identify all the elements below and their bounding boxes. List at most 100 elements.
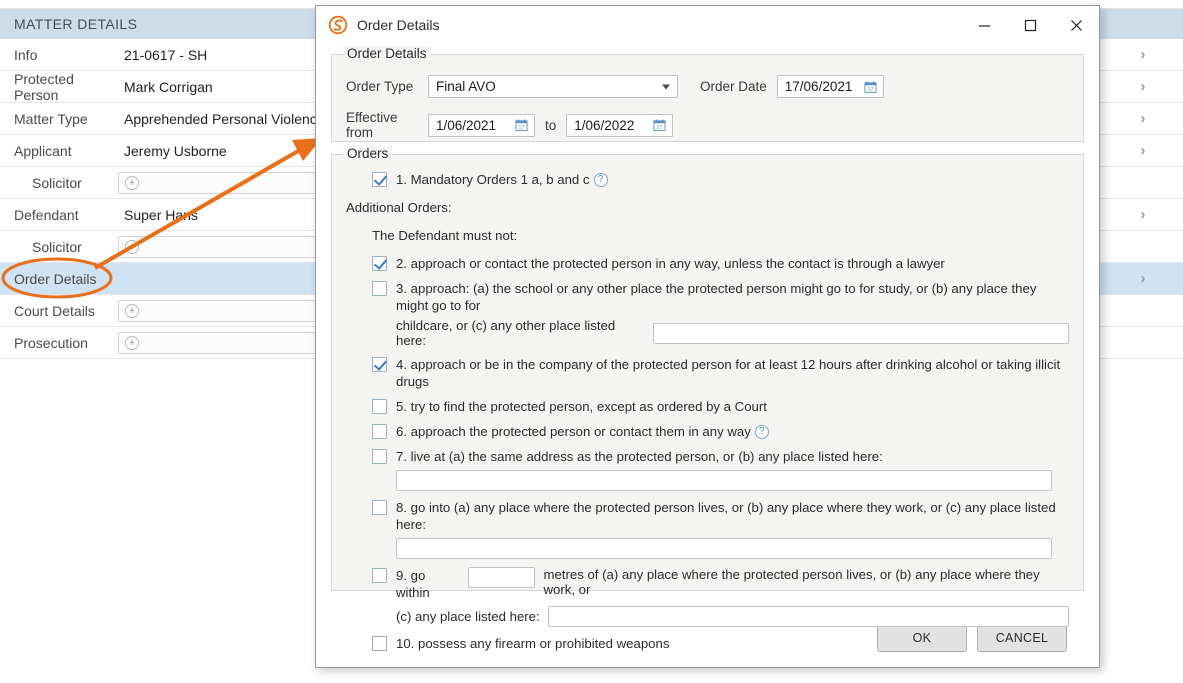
calendar-icon[interactable]: 17 [653, 119, 666, 132]
order-8-text-input[interactable] [396, 538, 1052, 559]
order-7-text-input[interactable] [396, 470, 1052, 491]
calendar-icon[interactable]: 17 [864, 80, 877, 93]
mandatory-order-checkbox[interactable] [372, 172, 387, 187]
order-7-checkbox[interactable] [372, 449, 387, 464]
order-5-primary-line: 5. try to find the protected person, exc… [372, 398, 1069, 415]
question-mark-icon[interactable]: ? [754, 425, 769, 439]
chevron-right-icon[interactable]: › [1103, 46, 1183, 63]
matter-row-label: Solicitor [32, 238, 82, 255]
order-8-label: 8. go into (a) any place where the prote… [396, 500, 1056, 532]
mandatory-order-row[interactable]: 1. Mandatory Orders 1 a, b and c ? [372, 171, 1069, 188]
maximize-button[interactable] [1007, 6, 1053, 44]
order-9-primary-line: 9. go within metres of (a) any place wher… [372, 567, 1069, 601]
order-type-row: Order Type Final AVO Order Date 17/06/20… [346, 75, 1069, 98]
close-button[interactable] [1053, 6, 1099, 44]
order-3-checkbox[interactable] [372, 281, 387, 296]
order-3-secondary-line: childcare, or (c) any other place listed… [396, 318, 1069, 348]
plus-circle-icon[interactable]: + [125, 303, 139, 318]
order-2-label: 2. approach or contact the protected per… [396, 256, 945, 271]
order-9-label-mid: metres of (a) any place where the protec… [543, 567, 1040, 597]
order-7-row: 7. live at (a) the same address as the p… [372, 448, 1069, 491]
matter-row-label: Defendant [14, 206, 79, 223]
minimize-icon [978, 24, 990, 27]
order-6-label: 6. approach the protected person or cont… [396, 424, 751, 439]
order-9-checkbox[interactable] [372, 568, 387, 583]
effective-from-value: 1/06/2021 [436, 117, 497, 133]
matter-row-label: Order Details [14, 270, 97, 287]
order-details-legend: Order Details [343, 46, 431, 61]
matter-row-label: Applicant [14, 142, 72, 159]
order-6-checkbox[interactable] [372, 424, 387, 439]
order-details-groupbox: Order Details Order Type Final AVO Order… [331, 46, 1084, 142]
close-icon [1070, 19, 1082, 31]
order-3-text-input[interactable] [653, 322, 1069, 344]
effective-to-value: 1/06/2022 [574, 117, 635, 133]
question-mark-icon[interactable]: ? [593, 173, 608, 187]
order-7-label: 7. live at (a) the same address as the p… [396, 449, 883, 464]
chevron-right-icon[interactable]: › [1103, 206, 1183, 223]
order-10-checkbox[interactable] [372, 636, 387, 651]
plus-circle-icon[interactable]: + [125, 335, 139, 350]
swirl-s-logo-icon [328, 15, 348, 35]
matter-row-label: Court Details [14, 302, 95, 319]
order-7-primary-line: 7. live at (a) the same address as the p… [372, 448, 1069, 465]
chevron-right-icon[interactable]: › [1103, 142, 1183, 159]
order-2-checkbox[interactable] [372, 256, 387, 271]
order-4-primary-line: 4. approach or be in the company of the … [372, 356, 1069, 390]
orders-legend: Orders [343, 146, 393, 161]
matter-row-label: Matter Type [14, 110, 88, 127]
screen: MATTER DETAILS Info 21-0617 - SH › Protecte… [0, 0, 1183, 683]
svg-text:17: 17 [867, 87, 873, 93]
dialog-titlebar[interactable]: Order Details [316, 6, 1099, 44]
effective-to-input[interactable]: 1/06/2022 17 [566, 113, 674, 137]
order-5-row: 5. try to find the protected person, exc… [372, 398, 1069, 415]
additional-orders-label: Additional Orders: [346, 200, 452, 215]
order-type-select[interactable]: Final AVO [428, 75, 678, 98]
date-range-to-label: to [545, 117, 557, 133]
order-9-label-2: (c) any place listed here: [396, 609, 540, 624]
chevron-right-icon[interactable]: › [1103, 78, 1183, 95]
order-3-label: 3. approach: (a) the school or any other… [396, 281, 1037, 313]
order-10-primary-line: 10. possess any firearm or prohibited we… [372, 635, 1069, 652]
order-4-label: 4. approach or be in the company of the … [396, 357, 1061, 389]
svg-text:17: 17 [657, 125, 663, 131]
order-2-primary-line: 2. approach or contact the protected per… [372, 255, 1069, 272]
order-9-text-input[interactable] [547, 606, 1069, 627]
order-6-primary-line: 6. approach the protected person or cont… [372, 423, 1069, 440]
effective-dates-row: Effective from 1/06/2021 17 to 1/06/2022… [346, 110, 1069, 140]
minimize-button[interactable] [961, 6, 1007, 44]
plus-circle-icon[interactable]: + [125, 239, 139, 254]
order-9-label: 9. go within [396, 568, 430, 600]
panel-title: MATTER DETAILS [14, 16, 138, 32]
order-details-dialog: Order Details Order Details Order Type F… [315, 5, 1100, 668]
orders-checkbox-list: 2. approach or contact the protected per… [346, 255, 1069, 652]
order-6-row: 6. approach the protected person or cont… [372, 423, 1069, 440]
matter-row-label: Prosecution [14, 334, 88, 351]
order-9-metres-input[interactable] [468, 567, 536, 588]
order-8-checkbox[interactable] [372, 500, 387, 515]
svg-text:17: 17 [518, 125, 524, 131]
orders-groupbox: Orders 1. Mandatory Orders 1 a, b and c … [331, 146, 1084, 651]
chevron-down-icon [662, 84, 670, 89]
must-not-label: The Defendant must not: [372, 228, 518, 243]
calendar-icon[interactable]: 17 [515, 119, 528, 132]
effective-from-label: Effective from [346, 110, 398, 140]
matter-row-label: Info [14, 46, 38, 63]
order-4-checkbox[interactable] [372, 357, 387, 372]
order-type-label: Order Type [346, 79, 414, 94]
plus-circle-icon[interactable]: + [125, 175, 139, 190]
order-type-value: Final AVO [436, 79, 496, 94]
effective-from-input[interactable]: 1/06/2021 17 [428, 113, 535, 137]
chevron-right-icon[interactable]: › [1103, 270, 1183, 287]
order-5-checkbox[interactable] [372, 399, 387, 414]
order-3-row: 3. approach: (a) the school or any other… [372, 280, 1069, 348]
order-9-secondary-line: (c) any place listed here: [396, 606, 1069, 627]
maximize-icon [1024, 19, 1036, 31]
matter-row-label: Solicitor [32, 174, 82, 191]
dialog-body: Order Details Order Type Final AVO Order… [316, 44, 1099, 651]
matter-row-label: Protected Person [14, 70, 74, 103]
dialog-title: Order Details [357, 17, 440, 33]
order-date-input[interactable]: 17/06/2021 17 [776, 75, 884, 98]
order-5-label: 5. try to find the protected person, exc… [396, 399, 767, 414]
chevron-right-icon[interactable]: › [1103, 110, 1183, 127]
